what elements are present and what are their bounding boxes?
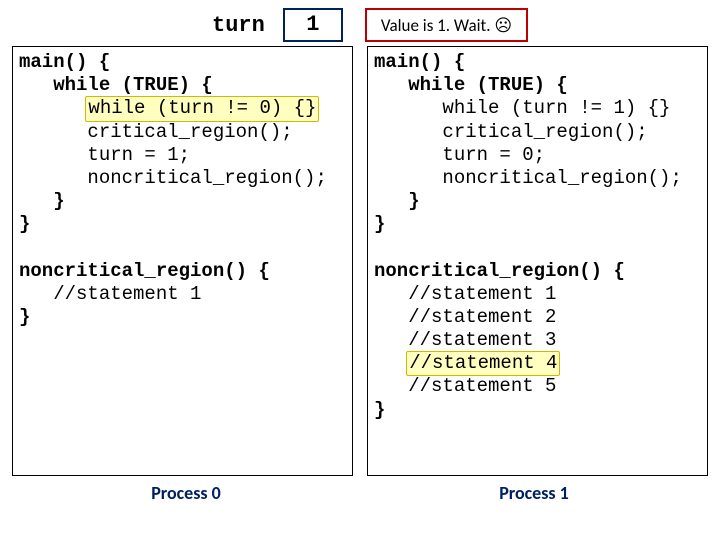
value-status-box: Value is 1. Wait. ☹ (365, 8, 528, 42)
assign-0: turn = 1; (19, 144, 190, 166)
close-outer-0: } (19, 213, 30, 235)
code-columns: main() { while (TRUE) { while (turn != 0… (12, 46, 708, 476)
main-sig-0: main() { (19, 51, 110, 73)
footer-row: Process 0 Process 1 (12, 482, 708, 504)
stmt1-1: //statement 1 (374, 283, 556, 305)
stmt2-1: //statement 2 (374, 306, 556, 328)
process-1-label: Process 1 (360, 482, 708, 504)
turn-value-box: 1 (283, 8, 343, 42)
process-1-code: main() { while (TRUE) { while (turn != 1… (367, 46, 708, 476)
while-turn-1: while (turn != 1) {} (374, 97, 670, 119)
close-outer-1: } (374, 213, 385, 235)
ncr-close-1: } (374, 399, 385, 421)
while-true-0: while (TRUE) { (19, 74, 213, 96)
highlight-stmt4-1: //statement 4 (406, 351, 560, 376)
crit-1: critical_region(); (374, 121, 648, 143)
close-inner-1: } (374, 190, 420, 212)
crit-0: critical_region(); (19, 121, 293, 143)
noncrit-call-1: noncritical_region(); (374, 167, 682, 189)
header-row: turn 1 Value is 1. Wait. ☹ (12, 8, 708, 42)
main-sig-1: main() { (374, 51, 465, 73)
noncrit-call-0: noncritical_region(); (19, 167, 327, 189)
stmt1-0: //statement 1 (19, 283, 201, 305)
ncr-sig-0: noncritical_region() { (19, 260, 270, 282)
process-0-code: main() { while (TRUE) { while (turn != 0… (12, 46, 353, 476)
ncr-sig-1: noncritical_region() { (374, 260, 625, 282)
ncr-close-0: } (19, 306, 30, 328)
assign-1: turn = 0; (374, 144, 545, 166)
while-true-1: while (TRUE) { (374, 74, 568, 96)
turn-label: turn (212, 13, 265, 38)
close-inner-0: } (19, 190, 65, 212)
highlight-turn-check-0: while (turn != 0) {} (85, 96, 319, 121)
stmt5-1: //statement 5 (374, 375, 556, 397)
process-0-label: Process 0 (12, 482, 360, 504)
stmt3-1: //statement 3 (374, 329, 556, 351)
